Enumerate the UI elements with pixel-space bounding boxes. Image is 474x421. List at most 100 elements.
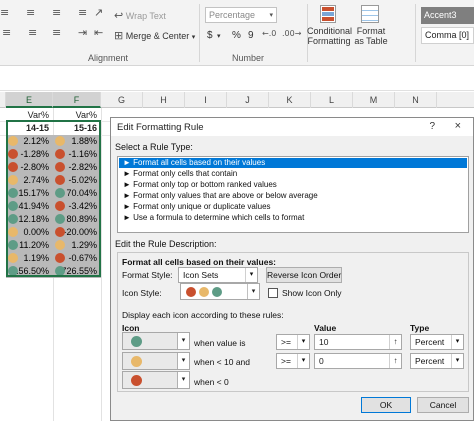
collapse-dialog-icon[interactable]: ↑ [389, 335, 401, 349]
column-header-n[interactable]: N [395, 92, 437, 108]
increase-indent-icon[interactable]: ⇥ [78, 26, 87, 39]
rule-type-list[interactable]: ► Format all cells based on their values… [117, 156, 469, 233]
cell-value: 70.04% [66, 188, 97, 198]
chevron-down-icon[interactable]: ▾ [217, 32, 221, 40]
value-text: 10 [319, 337, 329, 347]
comma-format-button[interactable]: 9 [248, 30, 254, 41]
value-input[interactable]: 0 ↑ [314, 353, 402, 369]
icon-picker-green[interactable]: ▾ [122, 332, 190, 350]
column-header-g[interactable]: G [101, 92, 143, 108]
conditional-formatting-button[interactable]: Conditional Formatting [307, 26, 352, 46]
align-indent-icon[interactable]: ≡ [2, 26, 11, 39]
cell-e[interactable]: 1.19% [6, 252, 53, 265]
icon-picker-yellow[interactable]: ▾ [122, 352, 190, 370]
cell-e[interactable]: 156.50% [6, 265, 53, 278]
align-top-icon[interactable]: ≡ [26, 6, 35, 19]
cell-f-header[interactable]: Var% [53, 108, 101, 122]
cell-e-period[interactable]: 14-15 [6, 121, 53, 135]
column-header-k[interactable]: K [269, 92, 311, 108]
cell-f[interactable]: -0.67% [53, 252, 101, 265]
decrease-decimal-icon[interactable]: .00→ [282, 29, 301, 38]
cell-f[interactable]: 1.29% [53, 239, 101, 252]
green-circle-icon [8, 214, 18, 224]
cell-e[interactable]: 12.18% [6, 213, 53, 226]
show-icon-only-checkbox[interactable] [268, 288, 278, 298]
chevron-down-icon[interactable]: ▾ [269, 11, 273, 19]
type-dropdown[interactable]: Percent ▾ [410, 353, 464, 369]
rule-type-item[interactable]: ► Use a formula to determine which cells… [119, 213, 467, 223]
format-style-dropdown[interactable]: Icon Sets ▾ [178, 267, 258, 283]
icon-style-dropdown[interactable]: ▾ [180, 283, 260, 300]
column-header-j[interactable]: J [227, 92, 269, 108]
column-header-i[interactable]: I [185, 92, 227, 108]
close-icon[interactable]: × [455, 120, 461, 132]
reverse-icon-order-button[interactable]: Reverse Icon Order [266, 267, 342, 283]
rule-type-item[interactable]: ► Format only top or bottom ranked value… [119, 180, 467, 190]
cell-style-comma0[interactable]: Comma [0] [421, 27, 474, 44]
currency-format-button[interactable]: $ [207, 30, 213, 41]
wrap-text-button[interactable]: ↩ Wrap Text [114, 9, 166, 22]
cell-f[interactable]: 80.89% [53, 213, 101, 226]
center-align-icon[interactable]: ≡ [28, 26, 37, 39]
conditional-formatting-icon[interactable] [320, 5, 336, 23]
column-header-l[interactable]: L [311, 92, 353, 108]
column-header-e[interactable]: E [6, 92, 53, 108]
collapse-dialog-icon[interactable]: ↑ [389, 354, 401, 368]
edit-description-label: Edit the Rule Description: [115, 239, 217, 249]
cell-f[interactable]: 1.88% [53, 135, 101, 148]
cell-f[interactable]: -3.42% [53, 200, 101, 213]
cell-f[interactable]: 70.04% [53, 187, 101, 200]
cell-e[interactable]: 11.20% [6, 239, 53, 252]
cancel-button[interactable]: Cancel [417, 397, 469, 413]
decrease-indent-icon[interactable]: ⇤ [94, 26, 103, 39]
format-as-table-icon[interactable] [361, 5, 379, 23]
column-header-f[interactable]: F [53, 92, 101, 108]
ok-button[interactable]: OK [361, 397, 411, 413]
cell-e[interactable]: 41.94% [6, 200, 53, 213]
cell-e[interactable]: -2.80% [6, 161, 53, 174]
align-middle-icon[interactable]: ≡ [52, 6, 61, 19]
type-dropdown[interactable]: Percent ▾ [410, 334, 464, 350]
format-style-value: Icon Sets [183, 270, 219, 280]
align-right-icon[interactable]: ≡ [52, 26, 61, 39]
column-header-h[interactable]: H [143, 92, 185, 108]
column-header-m[interactable]: M [353, 92, 395, 108]
chevron-down-icon[interactable]: ▾ [192, 34, 196, 41]
cell-f[interactable]: -1.16% [53, 148, 101, 161]
cell-style-accent3[interactable]: Accent3 [421, 7, 474, 24]
operator-dropdown[interactable]: >= ▾ [276, 353, 310, 369]
rule-type-item[interactable]: ► Format only values that are above or b… [119, 191, 467, 201]
rule-type-item[interactable]: ► Format all cells based on their values [119, 158, 467, 168]
merge-center-button[interactable]: ⊞ Merge & Center ▾ [114, 29, 195, 42]
chevron-down-icon: ▾ [177, 372, 189, 388]
align-bottom-icon[interactable]: ≡ [78, 6, 87, 19]
yellow-circle-icon [8, 253, 18, 263]
cell-f[interactable]: -2.82% [53, 161, 101, 174]
icon-picker-red[interactable]: ▾ [122, 371, 190, 389]
group-label-alignment: Alignment [88, 53, 129, 63]
cell-e[interactable]: 2.74% [6, 174, 53, 187]
green-circle-icon [131, 336, 142, 347]
help-icon[interactable]: ? [429, 121, 435, 132]
cell-f[interactable]: -20.00% [53, 226, 101, 239]
cell-e[interactable]: 2.12% [6, 135, 53, 148]
number-format-combo[interactable]: Percentage ▾ [205, 7, 277, 23]
align-left-icon[interactable]: ≡ [0, 6, 9, 19]
rule-type-item[interactable]: ► Format only unique or duplicate values [119, 202, 467, 212]
operator-dropdown[interactable]: >= ▾ [276, 334, 310, 350]
rule-type-item[interactable]: ► Format only cells that contain [119, 169, 467, 179]
cell-e[interactable]: 0.00% [6, 226, 53, 239]
cell-f-period[interactable]: 15-16 [53, 121, 101, 135]
cell-f[interactable]: -5.02% [53, 174, 101, 187]
format-as-table-button[interactable]: Format as Table [352, 26, 390, 46]
chevron-down-icon: ▾ [177, 333, 189, 349]
cell-e[interactable]: -1.28% [6, 148, 53, 161]
type-value: Percent [415, 337, 445, 347]
cell-e[interactable]: 15.17% [6, 187, 53, 200]
percent-format-button[interactable]: % [232, 30, 241, 41]
orientation-icon[interactable]: ↗ [94, 6, 103, 19]
cell-e-header[interactable]: Var% [6, 108, 53, 122]
cell-f[interactable]: 726.55% [53, 265, 101, 278]
value-input[interactable]: 10 ↑ [314, 334, 402, 350]
increase-decimal-icon[interactable]: ←.0 [262, 29, 276, 38]
